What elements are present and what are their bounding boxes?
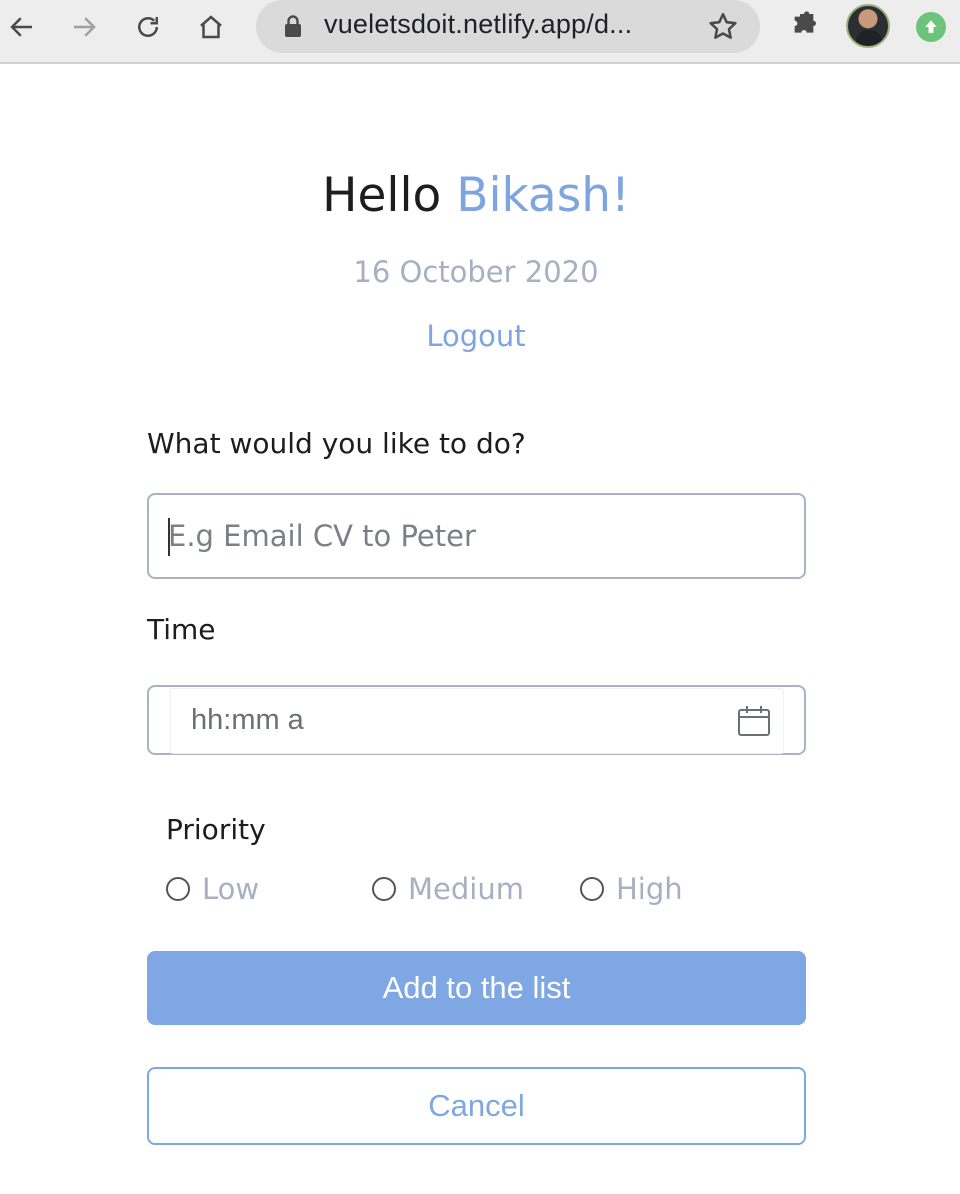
forward-icon[interactable]: [64, 9, 104, 45]
extensions-icon[interactable]: [788, 10, 820, 42]
time-picker-inner[interactable]: hh:mm a: [170, 688, 784, 754]
priority-medium-radio[interactable]: [372, 877, 396, 901]
page-title: Hello Bikash!: [0, 168, 952, 223]
back-icon[interactable]: [2, 9, 42, 45]
priority-low-label: Low: [202, 872, 260, 906]
current-date: 16 October 2020: [353, 255, 599, 289]
time-label: Time: [147, 613, 216, 646]
add-to-list-button[interactable]: Add to the list: [147, 951, 806, 1025]
cancel-button[interactable]: Cancel: [147, 1067, 806, 1145]
priority-high-label: High: [616, 872, 683, 906]
priority-medium-option[interactable]: Medium: [372, 872, 524, 906]
avatar[interactable]: [846, 4, 890, 48]
url-text: vueletsdoit.netlify.app/d...: [324, 9, 633, 39]
priority-high-radio[interactable]: [580, 877, 604, 901]
priority-label: Priority: [166, 813, 266, 846]
update-icon[interactable]: [916, 12, 946, 42]
logout-link[interactable]: Logout: [0, 319, 952, 353]
address-bar[interactable]: vueletsdoit.netlify.app/d...: [256, 0, 760, 53]
priority-high-option[interactable]: High: [580, 872, 683, 906]
task-label: What would you like to do?: [147, 427, 526, 460]
task-input[interactable]: [147, 493, 806, 579]
greeting-text: Hello: [322, 168, 442, 223]
calendar-icon[interactable]: [737, 705, 771, 737]
text-caret: [168, 518, 170, 556]
lock-icon[interactable]: [282, 14, 304, 38]
home-icon[interactable]: [191, 9, 231, 45]
reload-icon[interactable]: [128, 9, 168, 45]
priority-medium-label: Medium: [408, 872, 524, 906]
priority-low-radio[interactable]: [166, 877, 190, 901]
browser-toolbar: vueletsdoit.netlify.app/d...: [0, 0, 960, 64]
star-icon[interactable]: [706, 10, 740, 44]
user-name: Bikash!: [456, 168, 630, 223]
time-picker[interactable]: hh:mm a: [147, 685, 806, 755]
time-placeholder: hh:mm a: [191, 704, 304, 736]
priority-low-option[interactable]: Low: [166, 872, 259, 906]
